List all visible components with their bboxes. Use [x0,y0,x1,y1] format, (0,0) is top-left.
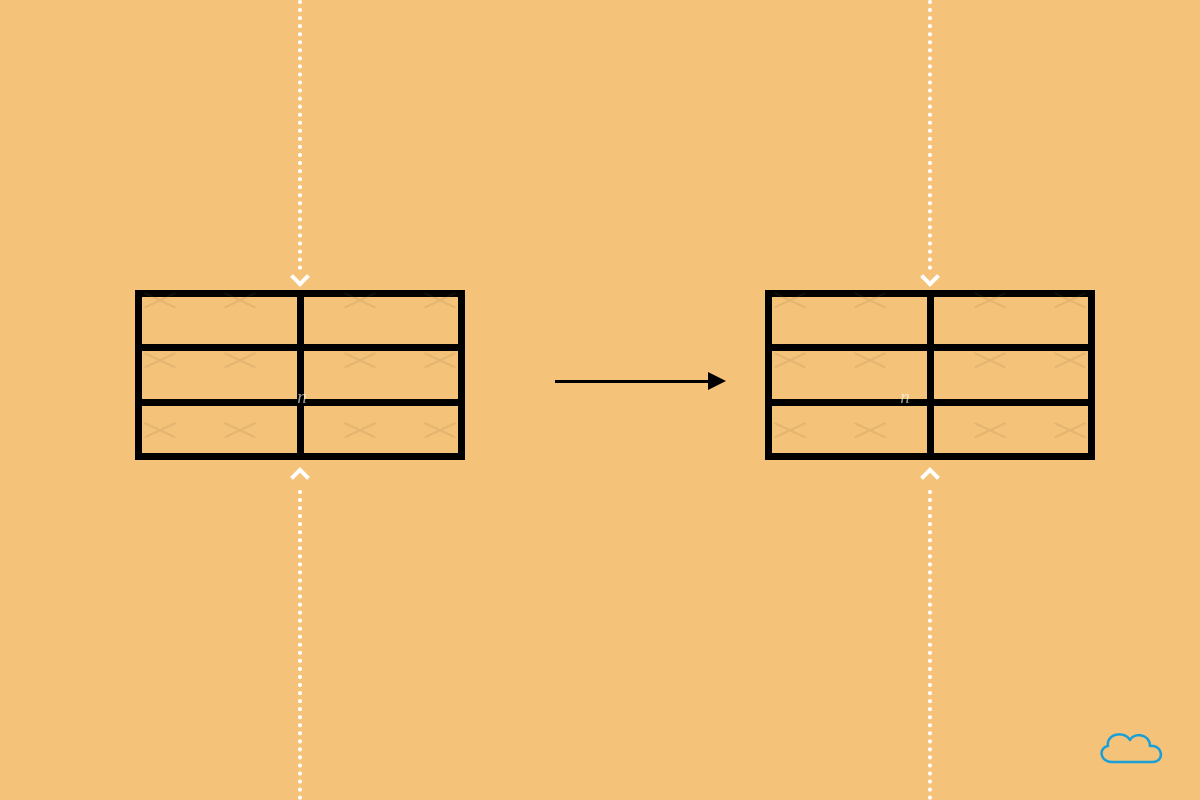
dotted-guide-left-top [298,0,302,270]
table-cell [142,297,304,344]
table-cell [772,351,934,398]
table-row [142,406,458,453]
table-cell [934,297,1089,344]
table-row [772,351,1088,405]
table-row [142,297,458,351]
dotted-guide-right-bottom [928,490,932,800]
table-cell [304,351,459,398]
table-cell [934,406,1089,453]
table-cell [142,406,304,453]
table-cell [934,351,1089,398]
table-cell [142,351,304,398]
cloud-icon [1092,722,1170,770]
chevron-down-icon [290,267,310,287]
transform-arrow-line [555,380,710,383]
table-cell [304,297,459,344]
table-cell [772,406,934,453]
dotted-guide-left-bottom [298,490,302,800]
table-row [142,351,458,405]
table-row [772,297,1088,351]
table-cell [304,406,459,453]
left-table [135,290,465,460]
chevron-up-icon [920,467,940,487]
table-cell [772,297,934,344]
chevron-down-icon [920,267,940,287]
right-table [765,290,1095,460]
arrow-right-icon [708,372,726,390]
chevron-up-icon [290,467,310,487]
table-row [772,406,1088,453]
dotted-guide-right-top [928,0,932,270]
